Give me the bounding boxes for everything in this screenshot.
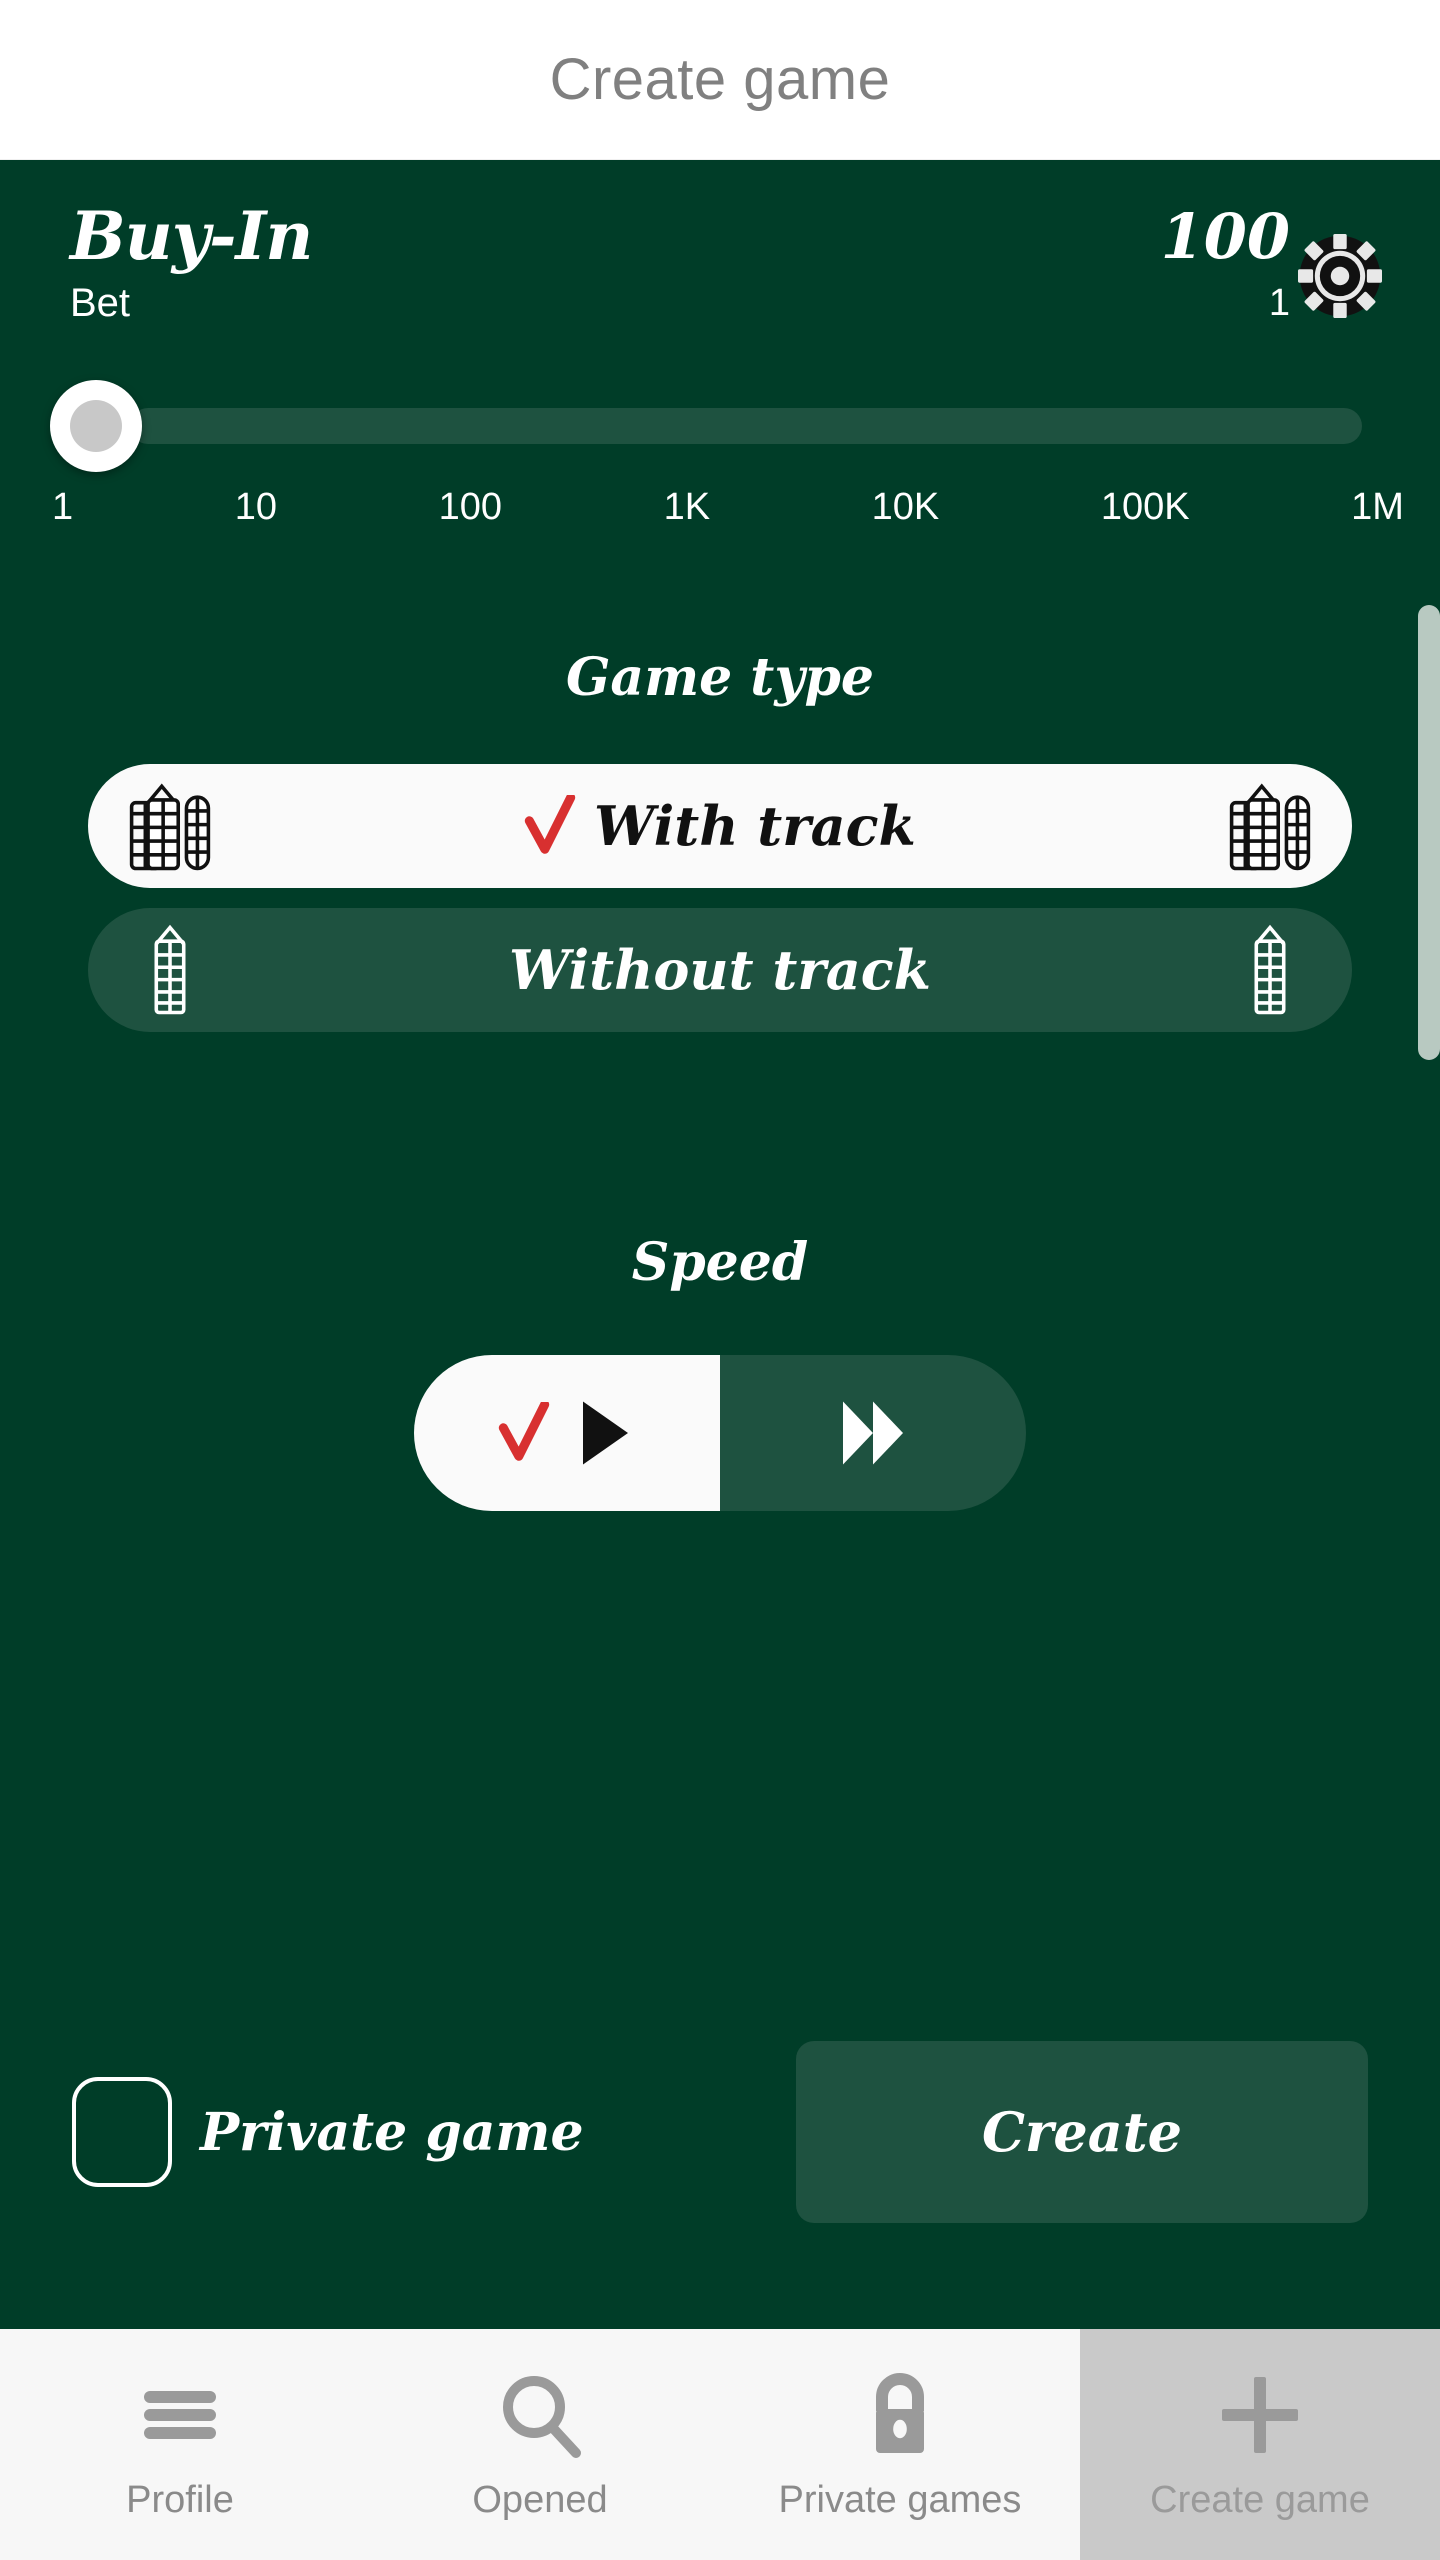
buyin-amount: 100 — [1160, 200, 1290, 273]
slider-tick-5: 100K — [1100, 486, 1190, 529]
buyin-section: Buy-In Bet 100 1 — [0, 160, 1440, 326]
play-icon — [583, 1401, 628, 1465]
create-button[interactable]: Create — [796, 2041, 1368, 2223]
red-check-icon — [524, 795, 576, 855]
double-domino-icon — [129, 783, 211, 871]
slider-tick-0: 1 — [52, 486, 74, 529]
nav-label-create-game: Create game — [1150, 2479, 1370, 2521]
single-domino-icon — [1254, 924, 1286, 1015]
chip-gear-icon[interactable] — [1298, 234, 1382, 318]
nav-label-opened: Opened — [472, 2479, 608, 2521]
create-game-screen: Create game Buy-In Bet 100 1 1 10 100 1K… — [0, 0, 1440, 2560]
private-game-label: Private game — [200, 2101, 584, 2163]
game-type-heading: Game type — [566, 647, 874, 709]
game-type-section: Game type With track Without track — [0, 647, 1440, 1033]
option-with-track[interactable]: With track — [88, 764, 1352, 889]
nav-label-private-games: Private games — [778, 2479, 1022, 2521]
speed-section: Speed — [0, 1232, 1440, 1512]
speed-toggle — [414, 1355, 1026, 1512]
slider-tick-3: 1K — [663, 486, 711, 529]
slider-track[interactable] — [130, 408, 1362, 445]
slider-tick-4: 10K — [871, 486, 940, 529]
option-with-track-label: With track — [594, 794, 916, 859]
buyin-subtitle: Bet — [70, 281, 131, 326]
game-type-options: With track Without track — [88, 764, 1352, 1033]
nav-item-create-game[interactable]: Create game — [1080, 2329, 1440, 2560]
speed-option-normal[interactable] — [414, 1355, 720, 1512]
private-game-toggle[interactable]: Private game — [72, 2077, 760, 2187]
option-without-track-label: Without track — [508, 938, 932, 1003]
lock-icon — [876, 2373, 924, 2453]
slider-tick-1: 10 — [234, 486, 277, 529]
create-button-label: Create — [981, 2100, 1183, 2164]
speed-option-fast[interactable] — [720, 1355, 1026, 1511]
plus-icon — [1222, 2377, 1298, 2453]
footer-actions: Private game Create — [0, 2041, 1440, 2223]
private-game-checkbox[interactable] — [72, 2077, 172, 2187]
nav-item-private-games[interactable]: Private games — [720, 2329, 1080, 2560]
red-check-icon — [498, 1402, 550, 1462]
main-content: Buy-In Bet 100 1 1 10 100 1K 10K 100K 1M… — [0, 160, 1440, 2329]
nav-label-profile: Profile — [126, 2479, 234, 2521]
page-title: Create game — [549, 47, 891, 112]
menu-icon — [144, 2391, 216, 2439]
bottom-navigation: Profile Opened Private games Create game — [0, 2329, 1440, 2560]
option-with-track-center: With track — [524, 794, 916, 858]
slider-tick-6: 1M — [1351, 486, 1404, 529]
option-without-track-center: Without track — [509, 938, 931, 1002]
slider-tick-2: 100 — [438, 486, 502, 529]
option-without-track[interactable]: Without track — [88, 908, 1352, 1033]
buyin-multiplier: 1 — [1268, 282, 1290, 324]
search-icon — [503, 2376, 581, 2458]
single-domino-icon — [154, 924, 186, 1015]
buyin-title: Buy-In — [70, 197, 313, 275]
slider-thumb[interactable] — [50, 380, 142, 473]
nav-item-profile[interactable]: Profile — [0, 2329, 360, 2560]
app-header: Create game — [0, 0, 1440, 160]
speed-heading: Speed — [631, 1232, 809, 1294]
vertical-scrollbar[interactable] — [1418, 605, 1440, 1060]
slider-tick-labels: 1 10 100 1K 10K 100K 1M — [52, 486, 1404, 529]
buyin-labels: Buy-In Bet — [70, 197, 313, 326]
buyin-amount-group: 100 1 — [1161, 206, 1290, 325]
buyin-slider[interactable] — [30, 380, 1382, 473]
buyin-values: 100 1 — [1161, 202, 1382, 325]
fast-forward-icon — [843, 1401, 903, 1465]
double-domino-icon — [1229, 783, 1311, 871]
nav-item-opened[interactable]: Opened — [360, 2329, 720, 2560]
